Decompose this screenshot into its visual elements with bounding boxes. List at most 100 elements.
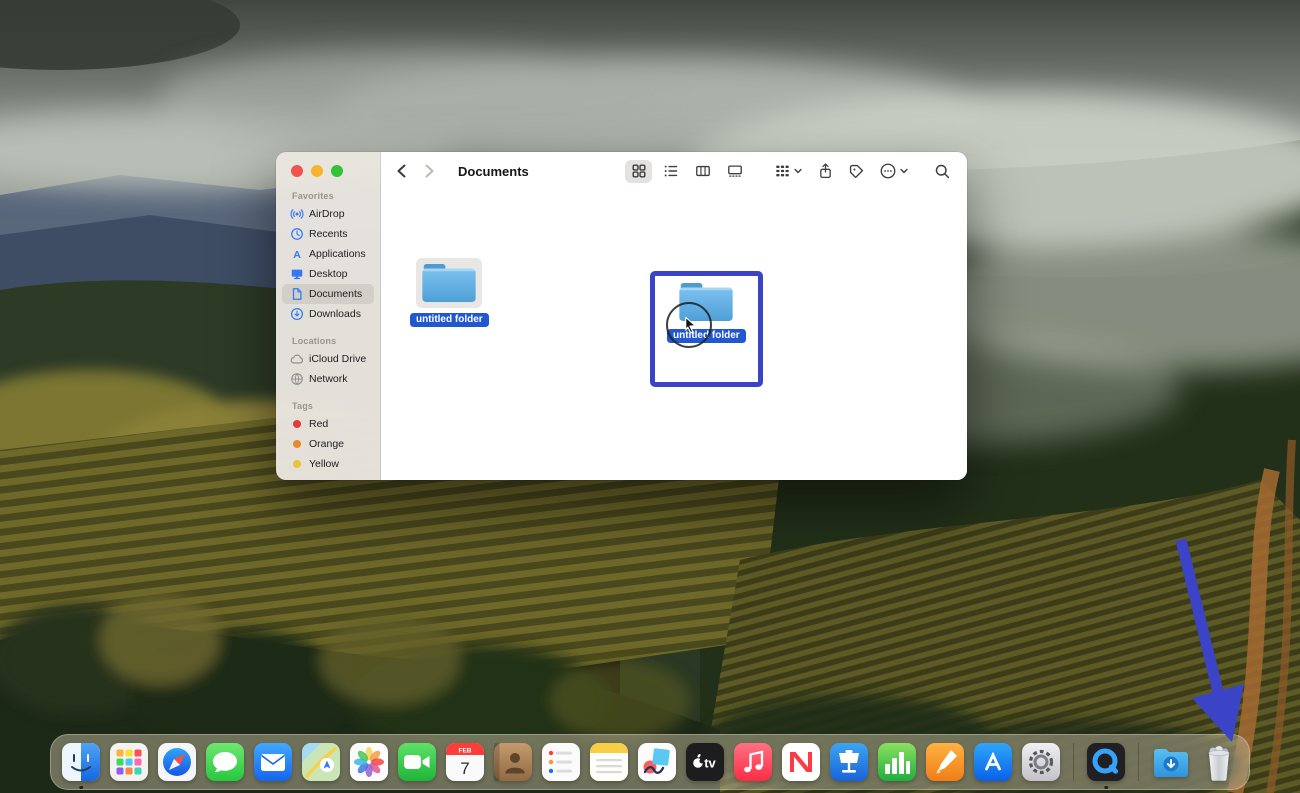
finder-icon [61,742,101,782]
mail-icon [253,742,293,782]
dock-item-maps[interactable] [301,742,341,782]
sidebar-item-label: Orange [309,438,344,450]
sidebar-item-applications[interactable]: AApplications [282,244,374,264]
grid-view-button[interactable] [625,160,652,183]
svg-text:A: A [293,249,301,261]
svg-text:tv: tv [704,756,716,771]
sidebar-item-orange[interactable]: Orange [282,434,374,454]
folder-item-2[interactable]: untitled folder [667,280,746,343]
notes-icon [589,742,629,782]
list-view-icon [663,163,679,179]
share-button[interactable] [817,162,834,180]
folder-label: untitled folder [410,313,489,327]
finder-content-area[interactable]: untitled folder untitled folder [381,190,967,480]
folder-item-1[interactable]: untitled folder [410,258,489,327]
sidebar-item-icloud-drive[interactable]: iCloud Drive [282,349,374,369]
sidebar-item-airdrop[interactable]: AirDrop [282,204,374,224]
dock-item-facetime[interactable] [397,742,437,782]
dock-item-notes[interactable] [589,742,629,782]
sidebar-item-documents[interactable]: Documents [282,284,374,304]
cloud-icon [290,352,304,366]
more-circle-icon [879,162,897,180]
zoom-button[interactable] [331,165,343,177]
column-view-button[interactable] [689,160,716,183]
airdrop-icon [290,207,304,221]
globe-icon [290,372,304,386]
back-button[interactable] [395,163,409,179]
sidebar-section-favorites: FavoritesAirDropRecentsAApplicationsDesk… [282,191,374,324]
tag-dot-icon [290,417,304,431]
finder-sidebar: FavoritesAirDropRecentsAApplicationsDesk… [276,152,381,480]
finder-window: FavoritesAirDropRecentsAApplicationsDesk… [276,152,967,480]
grid-view-icon [631,163,647,179]
dock-item-launchpad[interactable] [109,742,149,782]
sidebar-item-recents[interactable]: Recents [282,224,374,244]
music-icon [733,742,773,782]
dock-item-appletv[interactable]: tv [685,742,725,782]
dock-item-numbers[interactable] [877,742,917,782]
dock-separator-1 [1073,743,1074,781]
dock-item-quicktime[interactable] [1086,742,1126,782]
dock-item-reminders[interactable] [541,742,581,782]
dock-item-appstore[interactable] [973,742,1013,782]
applications-icon: A [290,247,304,261]
group-grid-icon [774,163,791,179]
dock-item-news[interactable] [781,742,821,782]
dock-item-music[interactable] [733,742,773,782]
minimize-button[interactable] [311,165,323,177]
sidebar-item-label: Red [309,418,328,430]
dock-item-settings[interactable] [1021,742,1061,782]
close-button[interactable] [291,165,303,177]
trash-icon [1199,742,1239,782]
list-view-button[interactable] [657,160,684,183]
sidebar-item-label: Desktop [309,268,348,280]
pages-icon [925,742,965,782]
sidebar-section-tags: TagsRedOrangeYellow [282,401,374,474]
dock-item-mail[interactable] [253,742,293,782]
more-circle-button[interactable] [879,162,909,180]
keynote-icon [829,742,869,782]
window-title: Documents [458,164,529,179]
dock-item-pages[interactable] [925,742,965,782]
sidebar-item-red[interactable]: Red [282,414,374,434]
dock-item-safari[interactable] [157,742,197,782]
dock-separator-2 [1138,743,1139,781]
sidebar-section-locations: LocationsiCloud DriveNetwork [282,336,374,389]
document-icon [290,287,304,301]
dock-item-finder[interactable] [61,742,101,782]
running-indicator [1104,786,1108,790]
running-indicator [79,786,83,790]
recents-icon [290,227,304,241]
tag-button[interactable] [848,163,865,180]
sidebar-item-yellow[interactable]: Yellow [282,454,374,474]
numbers-icon [877,742,917,782]
group-grid-button[interactable] [774,163,803,179]
dock-item-photos[interactable] [349,742,389,782]
sidebar-item-downloads[interactable]: Downloads [282,304,374,324]
finder-toolbar: Documents [381,152,967,190]
forward-button[interactable] [422,163,436,179]
sidebar-item-desktop[interactable]: Desktop [282,264,374,284]
photos-icon [349,742,389,782]
dock-item-downloads-folder[interactable] [1151,742,1191,782]
reminders-icon [541,742,581,782]
chevron-down-icon [793,166,803,176]
column-view-icon [695,163,711,179]
dock-item-trash[interactable] [1199,742,1239,782]
search-icon[interactable] [934,163,951,180]
contacts-icon [493,742,533,782]
sidebar-item-label: Downloads [309,308,361,320]
desktop: FavoritesAirDropRecentsAApplicationsDesk… [0,0,1300,793]
sidebar-item-network[interactable]: Network [282,369,374,389]
dock-item-calendar[interactable]: FEB7 [445,742,485,782]
launchpad-icon [109,742,149,782]
sidebar-item-label: Yellow [309,458,339,470]
dock-item-keynote[interactable] [829,742,869,782]
dock-item-messages[interactable] [205,742,245,782]
dock-item-freeform[interactable] [637,742,677,782]
downloads-folder-icon [1151,742,1191,782]
dock-item-contacts[interactable] [493,742,533,782]
tag-dot-icon [290,437,304,451]
gallery-view-button[interactable] [721,160,748,183]
settings-icon [1021,742,1061,782]
